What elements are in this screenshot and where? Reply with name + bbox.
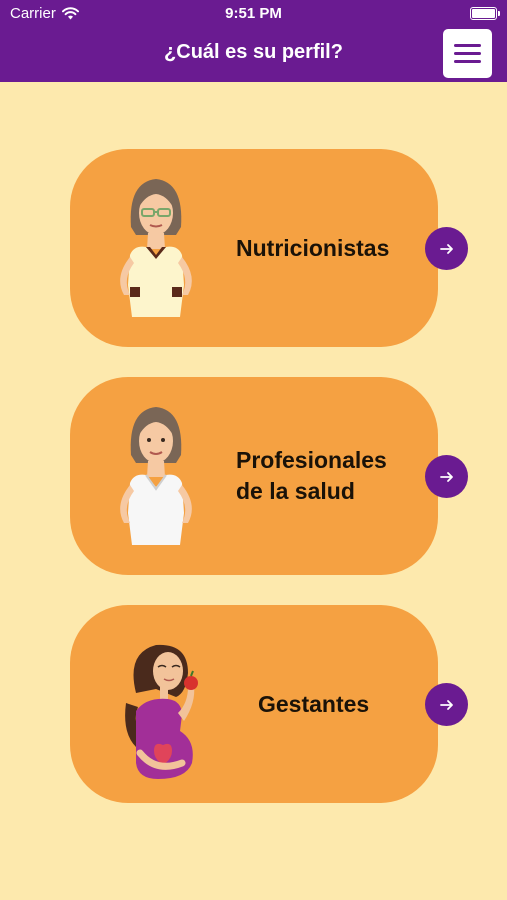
profile-card-label-line1: Profesionales [236,447,387,473]
profile-card-nutricionistas[interactable]: Nutricionistas [70,149,468,347]
hamburger-icon-bar [454,52,481,55]
app-header: Carrier 9:51 PM ¿Cuál es su perfil? [0,0,507,82]
hamburger-icon-bar [454,60,481,63]
nutritionist-woman-icon [120,179,192,317]
health-professional-woman-icon [120,407,192,545]
profile-card-profesionales-salud[interactable]: Profesionales de la salud [70,377,468,575]
profile-card-label: Gestantes [258,690,370,717]
profile-card-label-line2: de la salud [236,478,355,504]
arrow-right-icon[interactable] [425,227,468,270]
pregnant-woman-icon [125,644,198,779]
profile-card-label: Profesionales de la salud [236,377,387,575]
page-title: ¿Cuál es su perfil? [164,41,343,63]
arrow-right-icon[interactable] [425,683,468,726]
battery-icon [470,7,500,20]
arrow-right-icon[interactable] [425,455,468,498]
profile-card-gestantes[interactable]: Gestantes [70,605,468,803]
status-bar: Carrier 9:51 PM [0,0,507,28]
hamburger-icon-bar [454,44,481,47]
status-time: 9:51 PM [225,5,282,22]
profile-card-label: Nutricionistas [236,234,390,261]
menu-button[interactable] [443,29,492,78]
